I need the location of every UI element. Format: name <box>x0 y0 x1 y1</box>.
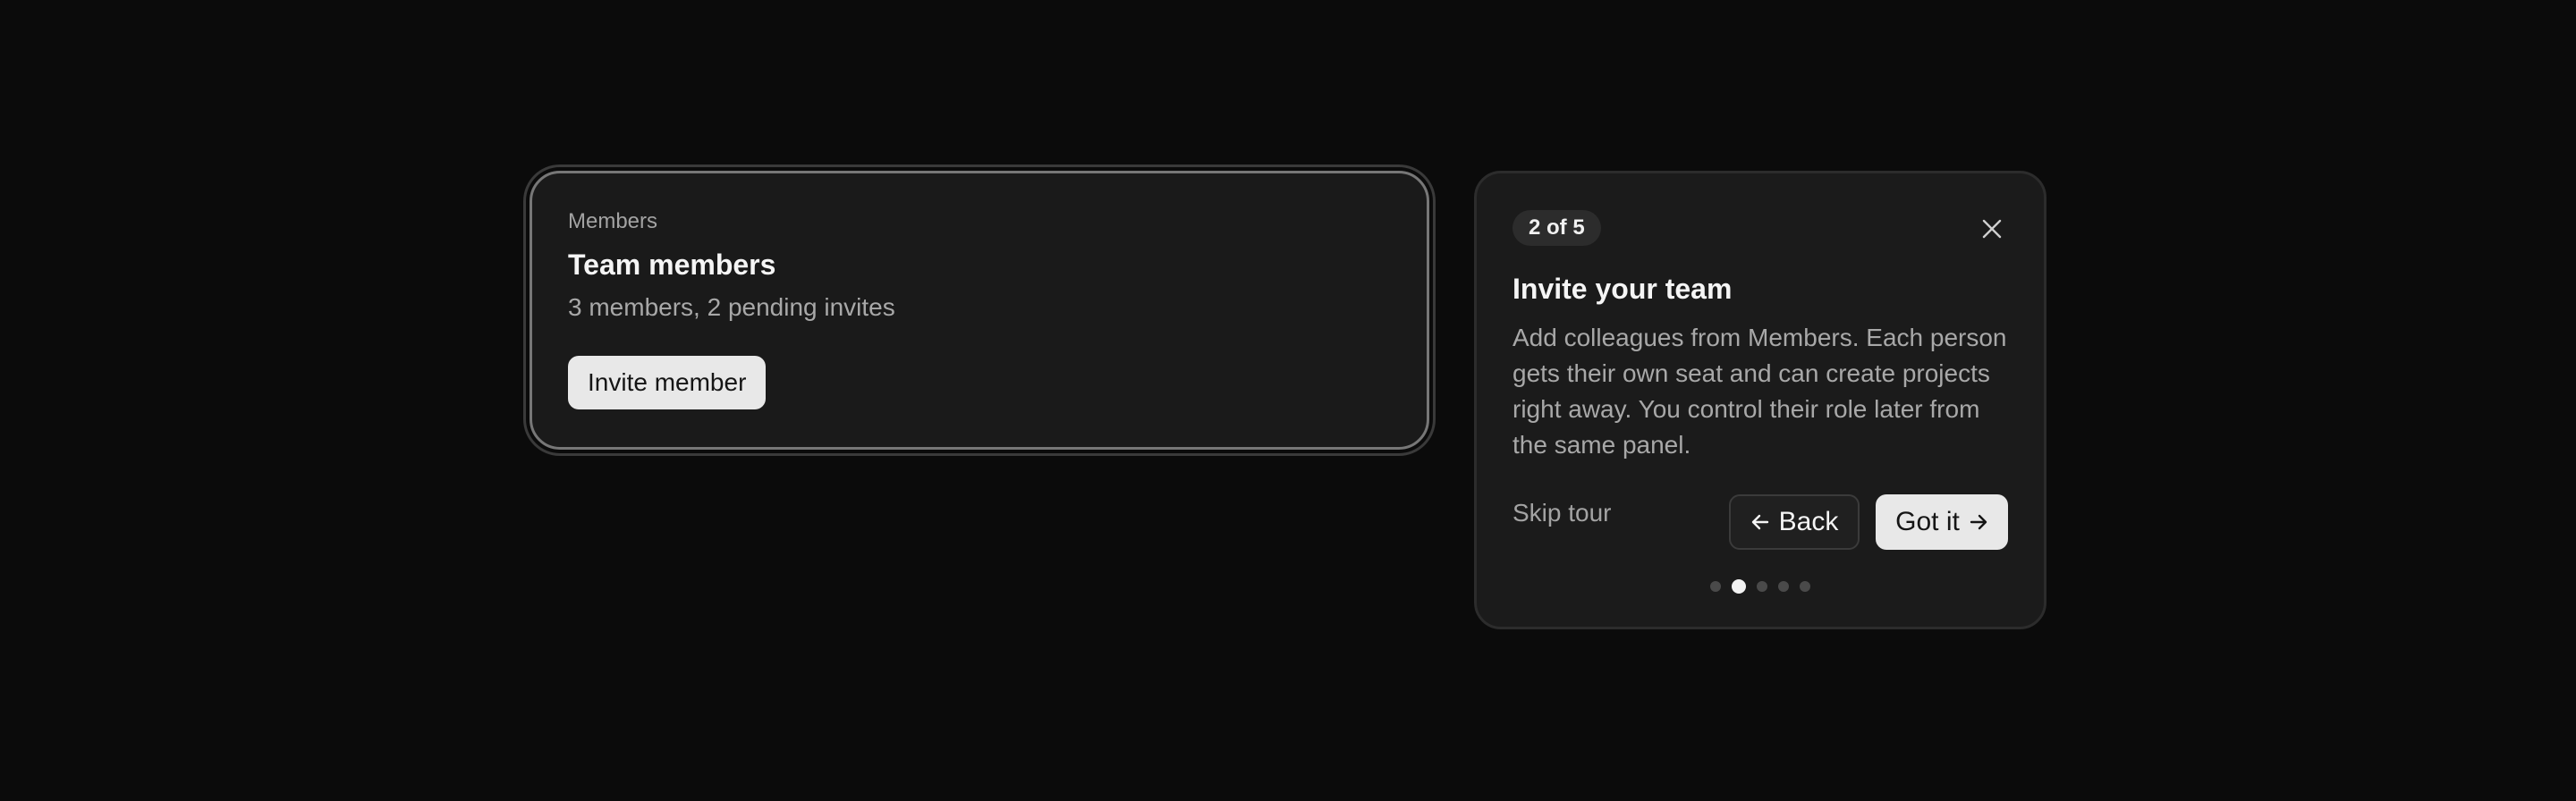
got-it-button-label: Got it <box>1895 507 1960 536</box>
step-progress-dots <box>1477 579 2044 594</box>
skip-tour-link[interactable]: Skip tour <box>1513 495 1612 531</box>
members-card: Members Team members 3 members, 2 pendin… <box>530 171 1429 450</box>
invite-member-button[interactable]: Invite member <box>568 356 767 409</box>
step-dot <box>1778 581 1789 592</box>
close-button[interactable] <box>1974 211 2010 247</box>
arrow-left-icon <box>1751 514 1768 530</box>
back-button-label: Back <box>1778 507 1839 536</box>
tour-title: Invite your team <box>1513 273 1733 305</box>
tour-popover: 2 of 5 Invite your team Add colleagues f… <box>1474 171 2046 629</box>
tour-body: Add colleagues from Members. Each person… <box>1513 324 2007 459</box>
close-icon <box>1982 219 2002 239</box>
members-card-title: Team members <box>568 249 776 281</box>
step-badge: 2 of 5 <box>1513 210 1601 246</box>
members-card-subtitle: 3 members, 2 pending invites <box>568 293 895 321</box>
arrow-right-icon <box>1970 514 1987 530</box>
step-dot <box>1732 579 1746 594</box>
members-card-eyebrow: Members <box>568 209 658 233</box>
back-button[interactable]: Back <box>1729 494 1860 550</box>
step-dot <box>1710 581 1721 592</box>
step-dot <box>1800 581 1810 592</box>
step-dot <box>1757 581 1767 592</box>
got-it-button[interactable]: Got it <box>1876 494 2008 550</box>
page: Members Team members 3 members, 2 pendin… <box>0 0 2576 801</box>
